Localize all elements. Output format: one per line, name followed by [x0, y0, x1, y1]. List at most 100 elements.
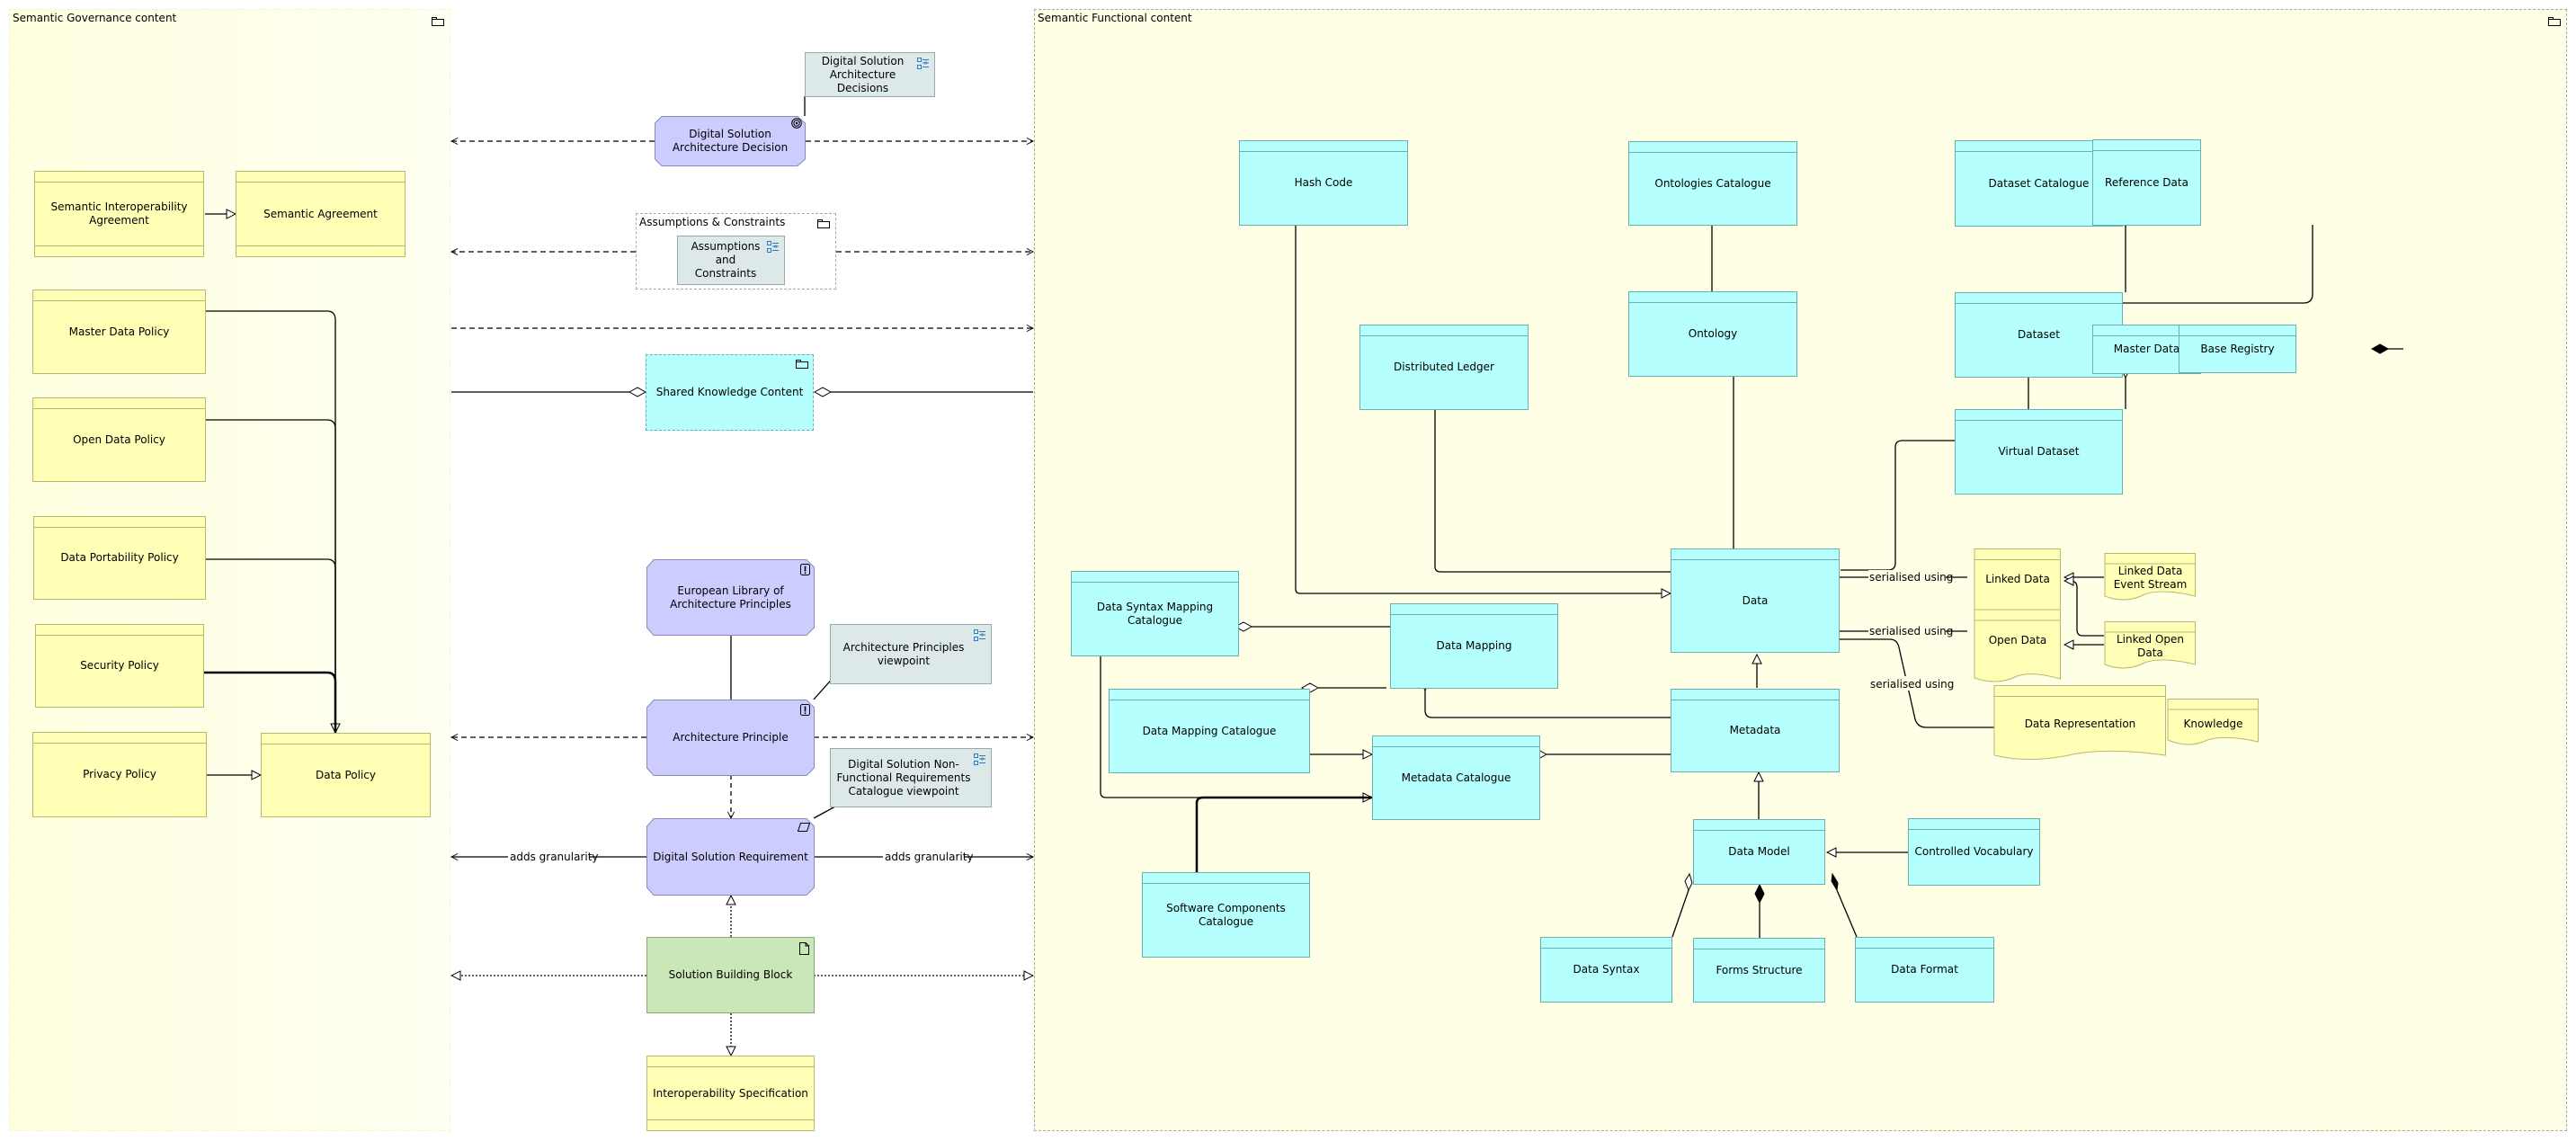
- node-label: Architecture Principle: [673, 731, 789, 744]
- node-solution-building-block[interactable]: Solution Building Block: [646, 937, 815, 1013]
- viewpoint-icon: [974, 629, 985, 641]
- node-label: Data Policy: [316, 768, 376, 781]
- node-dsa-decision[interactable]: Digital Solution Architecture Decision: [655, 116, 806, 166]
- node-ontology[interactable]: Ontology: [1628, 291, 1797, 377]
- node-label: Software Components Catalogue: [1166, 901, 1286, 928]
- node-label: Controlled Vocabulary: [1914, 845, 2034, 858]
- node-master-data-policy[interactable]: Master Data Policy: [32, 290, 206, 374]
- edge-meta-dm: [1424, 691, 1671, 718]
- node-label: Ontologies Catalogue: [1654, 176, 1771, 190]
- node-label: Virtual Dataset: [1998, 445, 2080, 458]
- node-data-format[interactable]: Data Format: [1855, 937, 1994, 1003]
- edge-dpp-dp: [206, 558, 336, 733]
- deliverable-icon: [799, 942, 809, 955]
- node-linked-data[interactable]: Linked Data: [1974, 559, 2061, 600]
- node-knowledge[interactable]: Knowledge: [2168, 709, 2259, 738]
- edge-label: adds granularity: [510, 851, 599, 863]
- node-metadata-catalogue[interactable]: Metadata Catalogue: [1372, 735, 1540, 820]
- node-hash-code[interactable]: Hash Code: [1239, 140, 1408, 226]
- node-assumptions-constraints-viewpoint[interactable]: Assumptions and Constraints: [677, 236, 785, 285]
- aggregation-diamond: [628, 387, 647, 397]
- node-label: Digital Solution Architecture Decision: [672, 128, 789, 154]
- node-interoperability-specification[interactable]: Interoperability Specification: [646, 1056, 815, 1131]
- edge-label: serialised using: [1869, 625, 1953, 637]
- node-data-policy[interactable]: Data Policy: [261, 733, 431, 817]
- edge-ref-ds: [2060, 225, 2313, 303]
- node-label: Data Format: [1891, 963, 1958, 976]
- node-security-policy[interactable]: Security Policy: [35, 624, 204, 708]
- edge-odp-dp: [206, 419, 336, 733]
- node-arch-principles-viewpoint[interactable]: Architecture Principles viewpoint: [830, 624, 992, 684]
- node-label: Shared Knowledge Content: [655, 386, 804, 398]
- node-label: Master Data: [2113, 343, 2180, 355]
- edge-mdp-dp: [206, 310, 335, 733]
- node-label: Linked Open Data: [2116, 633, 2184, 659]
- principle-icon: [800, 564, 810, 575]
- node-label: Distributed Ledger: [1394, 361, 1494, 373]
- node-label: Data Model: [1728, 845, 1790, 858]
- node-privacy-policy[interactable]: Privacy Policy: [32, 732, 207, 817]
- node-open-data-policy[interactable]: Open Data Policy: [32, 397, 206, 482]
- node-data-model[interactable]: Data Model: [1693, 819, 1825, 885]
- viewpoint-icon: [767, 241, 779, 253]
- node-label: Base Registry: [2200, 342, 2275, 355]
- node-data-syntax-mapping-catalogue[interactable]: Data Syntax Mapping Catalogue: [1071, 571, 1239, 656]
- edge-label: serialised using: [1869, 571, 1953, 584]
- viewpoint-icon: [974, 753, 985, 765]
- node-label: Metadata Catalogue: [1401, 771, 1511, 784]
- node-reference-data[interactable]: Reference Data: [2092, 139, 2201, 226]
- node-data-mapping[interactable]: Data Mapping: [1390, 603, 1558, 689]
- node-label: European Library of Architecture Princip…: [670, 584, 791, 611]
- node-label: Dataset Catalogue: [1988, 176, 2090, 190]
- node-label: Open Data Policy: [73, 432, 165, 446]
- node-metadata[interactable]: Metadata: [1671, 689, 1840, 772]
- edge-label: adds granularity: [885, 851, 974, 863]
- node-label: Data: [1742, 593, 1769, 607]
- node-controlled-vocabulary[interactable]: Controlled Vocabulary: [1908, 818, 2040, 886]
- node-label: Data Representation: [2024, 717, 2136, 730]
- edge-df-dmodel: [1836, 889, 1858, 938]
- node-label: Master Data Policy: [68, 325, 170, 338]
- node-linked-data-event-stream[interactable]: Linked Data Event Stream: [2105, 564, 2196, 593]
- node-shared-knowledge-content[interactable]: Shared Knowledge Content: [646, 354, 814, 431]
- node-forms-structure[interactable]: Forms Structure: [1693, 938, 1825, 1003]
- node-dsa-decisions-viewpoint[interactable]: Digital Solution Architecture Decisions: [805, 52, 935, 97]
- node-semantic-agreement[interactable]: Semantic Agreement: [236, 171, 406, 257]
- viewpoint-icon: [917, 58, 929, 69]
- node-label: Digital Solution Non-Functional Requirem…: [836, 757, 971, 798]
- node-label: Interoperability Specification: [653, 1086, 808, 1100]
- node-label: Knowledge: [2183, 717, 2243, 730]
- node-software-components-catalogue[interactable]: Software Components Catalogue: [1142, 872, 1310, 958]
- node-label: Forms Structure: [1716, 963, 1803, 976]
- node-label: Digital Solution Architecture Decisions: [821, 54, 905, 94]
- node-label: Data Syntax: [1573, 963, 1640, 976]
- requirement-icon: [798, 823, 810, 832]
- node-architecture-principle[interactable]: Architecture Principle: [646, 700, 815, 776]
- node-data[interactable]: Data: [1671, 548, 1840, 653]
- node-data-syntax[interactable]: Data Syntax: [1540, 937, 1672, 1003]
- node-base-registry[interactable]: Base Registry: [2179, 325, 2296, 373]
- node-european-library[interactable]: European Library of Architecture Princip…: [646, 559, 815, 636]
- node-nfr-catalogue-viewpoint[interactable]: Digital Solution Non-Functional Requirem…: [830, 748, 992, 807]
- aggregation-diamond: [1684, 872, 1693, 892]
- node-semantic-interoperability-agreement[interactable]: Semantic Interoperability Agreement: [34, 171, 204, 257]
- node-label: Digital Solution Requirement: [653, 850, 808, 863]
- node-ontologies-catalogue[interactable]: Ontologies Catalogue: [1628, 141, 1797, 226]
- node-data-representation[interactable]: Data Representation: [1994, 696, 2166, 752]
- node-open-data[interactable]: Open Data: [1974, 620, 2061, 661]
- composition-diamond: [1831, 872, 1839, 892]
- node-linked-open-data[interactable]: Linked Open Data: [2105, 632, 2196, 661]
- node-distributed-ledger[interactable]: Distributed Ledger: [1359, 325, 1529, 410]
- node-data-portability-policy[interactable]: Data Portability Policy: [33, 516, 206, 600]
- composition-diamond: [1754, 883, 1765, 905]
- aggregation-diamond: [813, 387, 833, 397]
- node-digital-solution-requirement[interactable]: Digital Solution Requirement: [646, 818, 815, 896]
- node-virtual-dataset[interactable]: Virtual Dataset: [1955, 409, 2123, 495]
- node-label: Open Data: [1988, 634, 2047, 646]
- edge-dsyn-dmodel: [1671, 889, 1689, 938]
- node-label: Data Mapping: [1436, 639, 1512, 652]
- edge-sp-dp: [203, 671, 337, 733]
- node-data-mapping-catalogue[interactable]: Data Mapping Catalogue: [1109, 689, 1310, 773]
- edge-label: serialised using: [1870, 678, 1954, 691]
- node-label: Hash Code: [1294, 176, 1353, 189]
